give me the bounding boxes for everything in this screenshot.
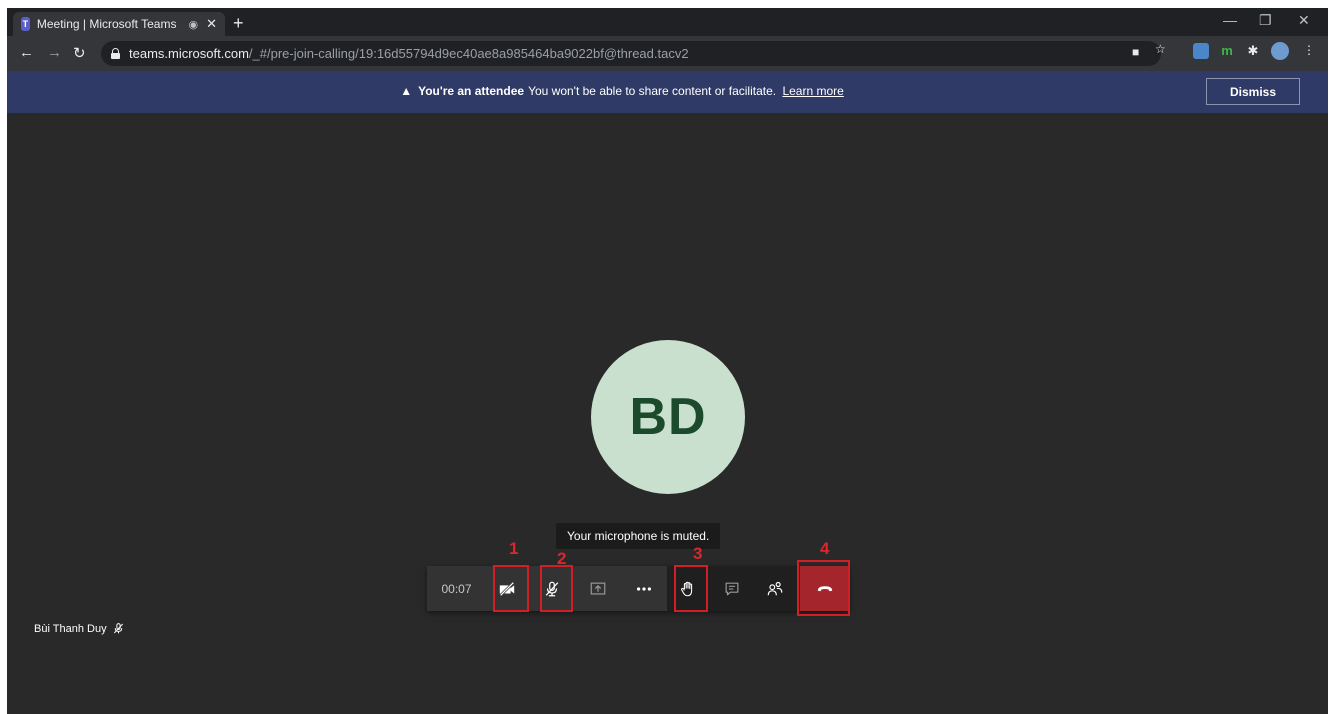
participant-label: Bùi Thanh Duy bbox=[34, 622, 125, 635]
chat-button[interactable] bbox=[711, 566, 753, 611]
annotation-label-1: 1 bbox=[509, 539, 519, 558]
recording-dot-icon: ◉ bbox=[188, 18, 199, 31]
address-bar[interactable]: teams.microsoft.com /_#/pre-join-calling… bbox=[101, 41, 1161, 66]
attendee-banner: ▲ You're an attendee You won't be able to … bbox=[7, 71, 1328, 113]
banner-message: ▲ You're an attendee You won't be able to … bbox=[7, 84, 1237, 98]
dismiss-button[interactable]: Dismiss bbox=[1206, 78, 1300, 105]
plus-icon[interactable]: + bbox=[233, 13, 244, 34]
participant-avatar: BD bbox=[591, 340, 745, 494]
share-screen-icon bbox=[590, 582, 606, 595]
annotation-label-2: 2 bbox=[557, 549, 567, 568]
browser-toolbar: ← → ↻ teams.microsoft.com /_#/pre-join-c… bbox=[7, 36, 1328, 71]
lock-icon bbox=[111, 48, 120, 59]
participants-button[interactable] bbox=[754, 566, 796, 611]
puzzle-extensions-icon[interactable]: ✱ bbox=[1245, 43, 1261, 59]
forward-icon[interactable]: → bbox=[47, 44, 62, 61]
browser-window: T Meeting | Microsoft Teams ◉ ✕ + — ❐ ✕ … bbox=[7, 8, 1328, 714]
teams-icon: T bbox=[21, 17, 30, 31]
warning-icon: ▲ bbox=[400, 84, 413, 98]
green-extension-icon[interactable]: m bbox=[1219, 43, 1235, 59]
url-path: /_#/pre-join-calling/19:16d55794d9ec40ae… bbox=[248, 46, 689, 61]
profile-avatar-icon[interactable] bbox=[1271, 42, 1289, 60]
annotation-box-2 bbox=[540, 565, 573, 612]
annotation-box-4 bbox=[797, 560, 850, 616]
learn-more-link[interactable]: Learn more bbox=[782, 84, 843, 98]
banner-title: You're an attendee bbox=[418, 84, 525, 98]
translate-extension-icon[interactable] bbox=[1193, 43, 1209, 59]
back-icon[interactable]: ← bbox=[19, 44, 34, 61]
mic-muted-icon bbox=[113, 623, 123, 634]
share-button[interactable] bbox=[577, 566, 619, 611]
close-icon[interactable]: ✕ bbox=[1298, 12, 1310, 29]
annotation-label-3: 3 bbox=[693, 544, 703, 563]
annotation-box-3 bbox=[674, 565, 708, 612]
more-options-button[interactable] bbox=[623, 566, 665, 611]
restore-icon[interactable]: ❐ bbox=[1259, 12, 1272, 29]
participant-name: Bùi Thanh Duy bbox=[34, 622, 107, 635]
annotation-label-4: 4 bbox=[820, 539, 830, 558]
call-controls-bar: 00:07 bbox=[427, 566, 849, 611]
tab-strip: T Meeting | Microsoft Teams ◉ ✕ + — ❐ ✕ bbox=[7, 8, 1328, 36]
reload-icon[interactable]: ↻ bbox=[73, 44, 86, 62]
chat-icon bbox=[725, 582, 739, 595]
kebab-menu-icon[interactable]: ⋮ bbox=[1303, 43, 1315, 57]
minimize-icon[interactable]: — bbox=[1223, 12, 1237, 28]
annotation-box-1 bbox=[493, 565, 529, 612]
more-options-icon bbox=[636, 586, 652, 591]
camera-icon[interactable]: ■ bbox=[1132, 45, 1139, 59]
url-host: teams.microsoft.com bbox=[129, 46, 249, 61]
banner-body: You won't be able to share content or fa… bbox=[528, 84, 777, 98]
participants-icon bbox=[767, 581, 783, 595]
star-icon[interactable]: ☆ bbox=[1155, 42, 1166, 56]
browser-tab[interactable]: T Meeting | Microsoft Teams ◉ ✕ bbox=[13, 12, 225, 36]
tab-title: Meeting | Microsoft Teams bbox=[36, 17, 177, 31]
avatar-initials: BD bbox=[629, 388, 707, 446]
close-icon[interactable]: ✕ bbox=[206, 16, 217, 32]
call-timer: 00:07 bbox=[427, 566, 486, 611]
